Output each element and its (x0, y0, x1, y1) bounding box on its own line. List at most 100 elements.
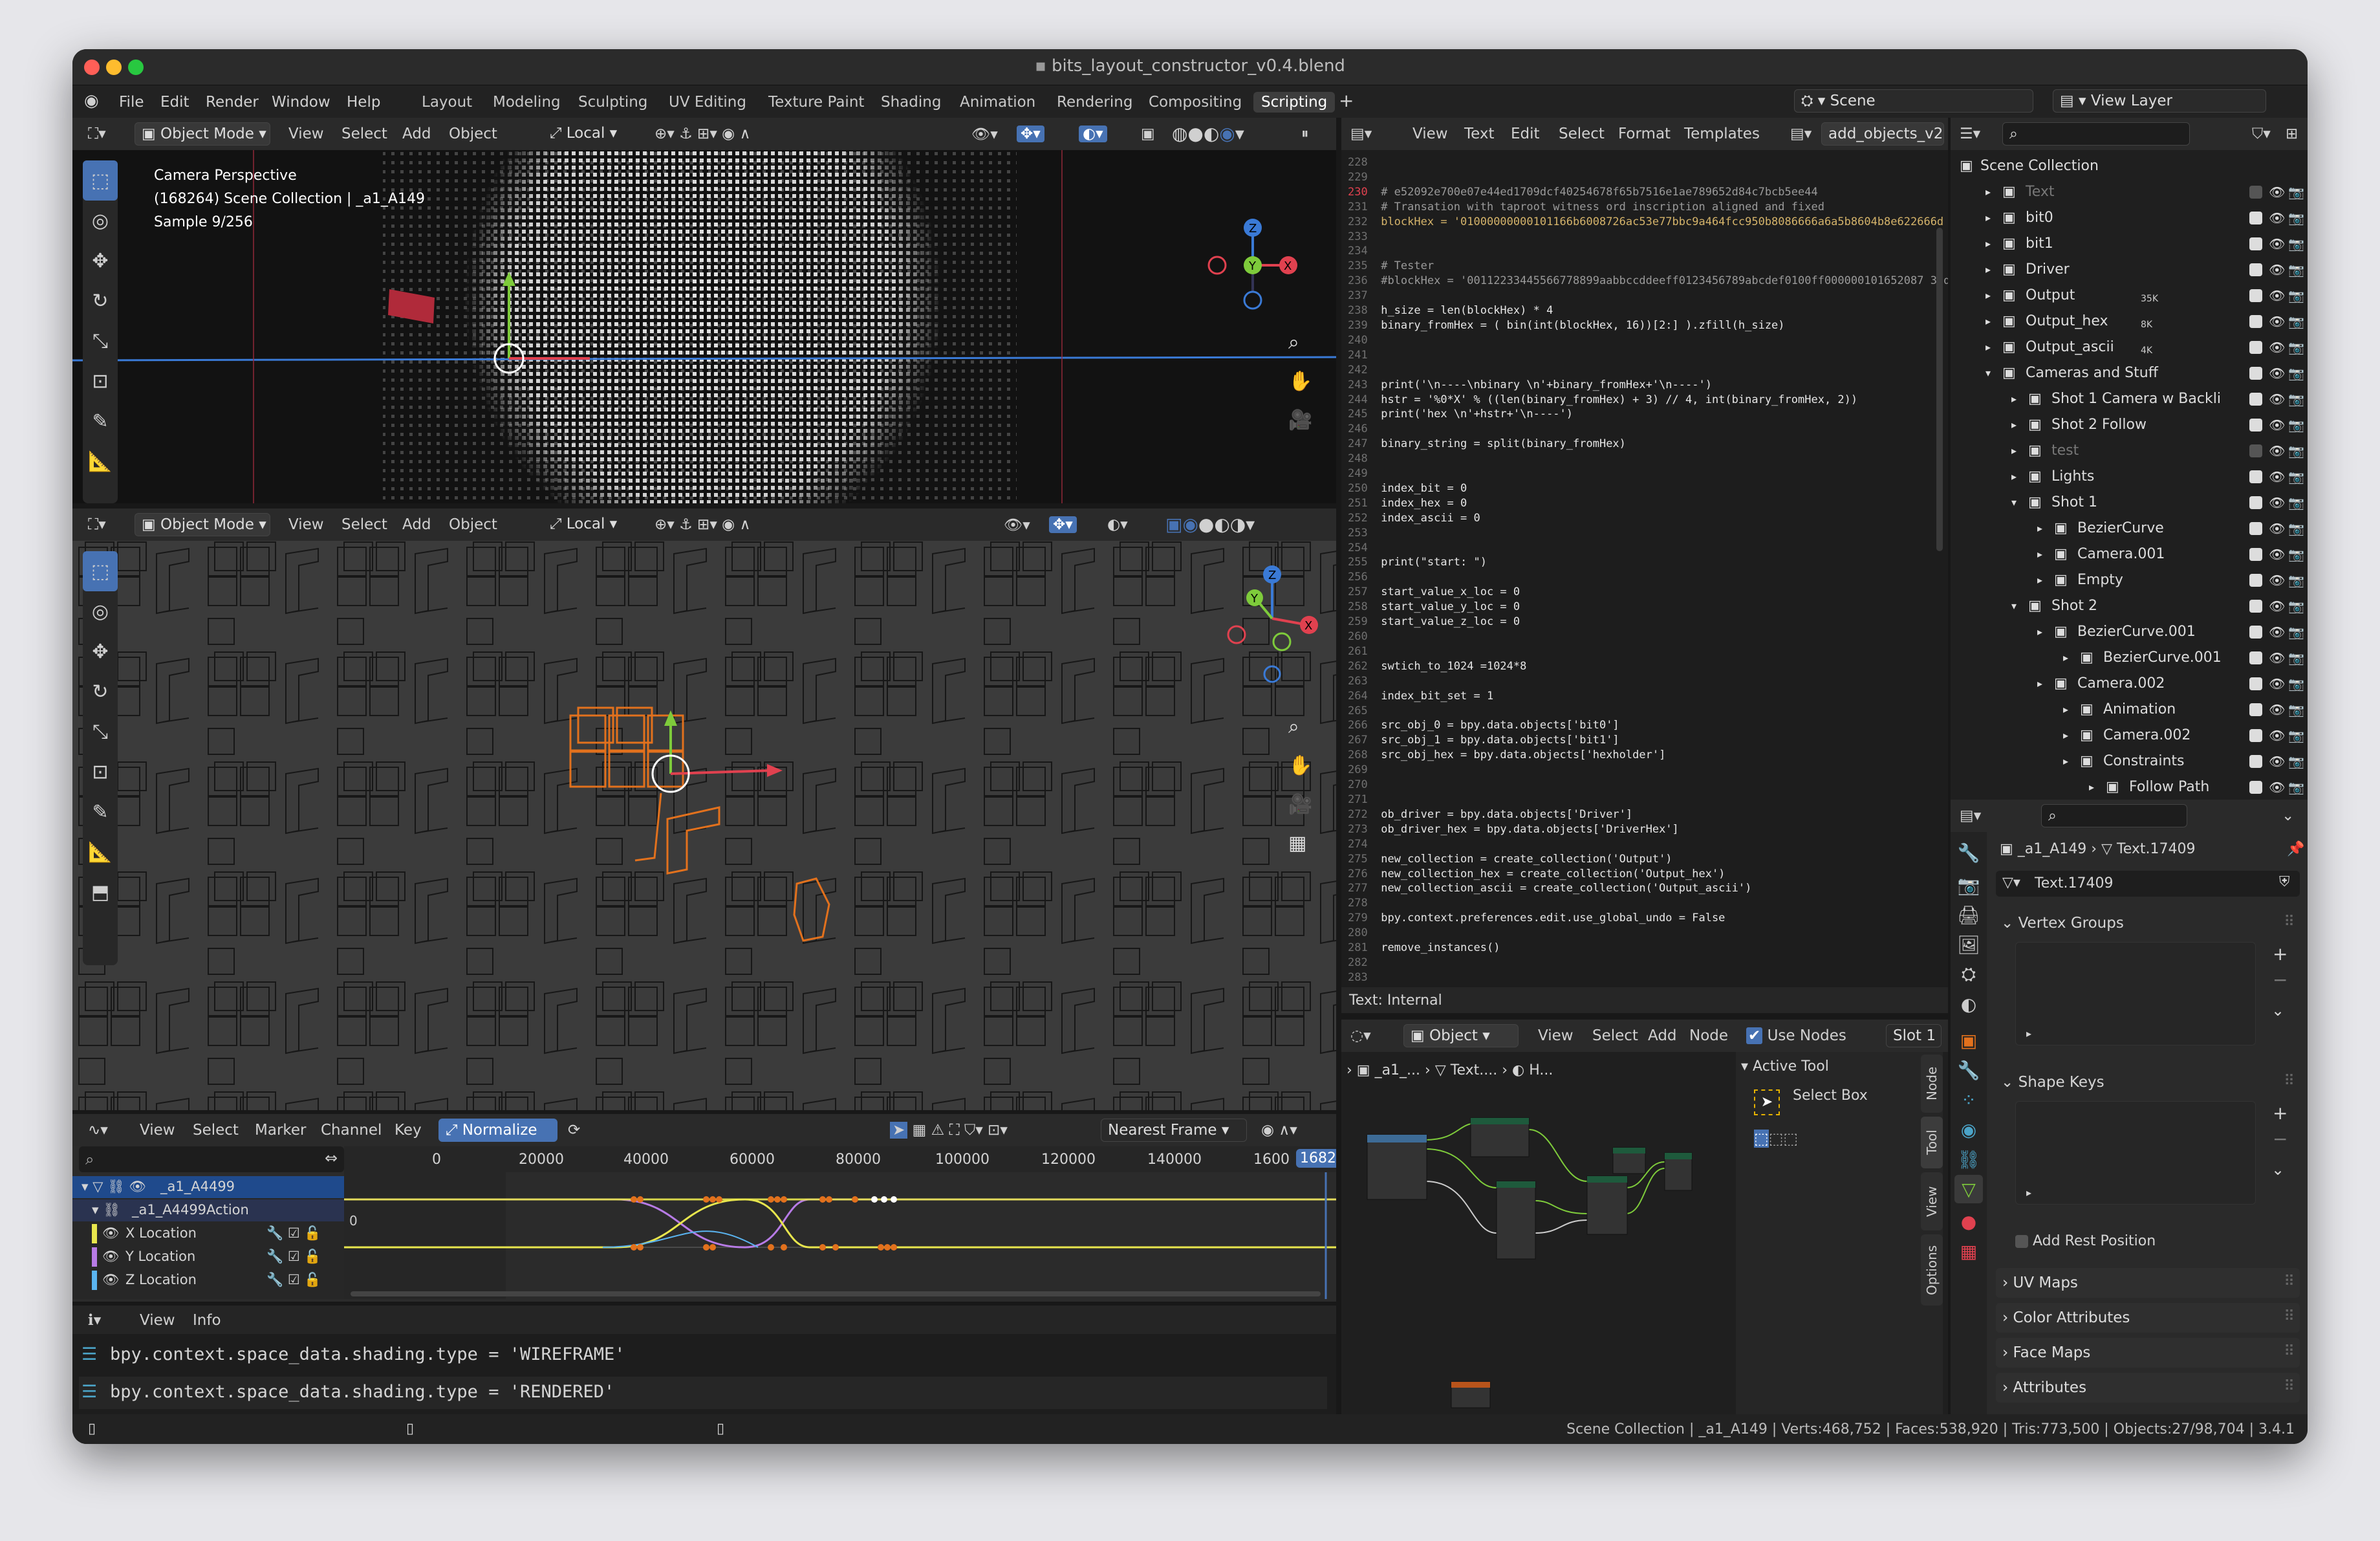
tab-tool[interactable]: Tool (1921, 1117, 1943, 1168)
remove-vertex-group-button[interactable]: − (2273, 969, 2288, 990)
code-line[interactable]: 273 ob_driver_hex = bpy.data.objects['Dr… (1348, 822, 1948, 837)
camera-icon[interactable]: 📷 (2288, 547, 2304, 562)
viewport-top-rendered[interactable]: Camera Perspective (168264) Scene Collec… (72, 150, 1336, 503)
text-editor[interactable]: 228 229 230 # e52092e700e07e44ed1709dcf4… (1341, 150, 1948, 1013)
code-line[interactable]: 234 (1348, 244, 1948, 259)
expand-arrow-icon[interactable]: ▸ (2063, 755, 2068, 767)
visibility-icon[interactable]: 👁▾ (1004, 516, 1030, 534)
exclude-checkbox[interactable] (2249, 574, 2262, 587)
eye-icon[interactable]: 👁 (2269, 780, 2285, 795)
current-frame-indicator[interactable]: 1682 (1296, 1149, 1336, 1168)
exclude-checkbox[interactable] (2249, 212, 2262, 224)
exclude-checkbox[interactable] (2249, 444, 2262, 457)
eye-icon[interactable]: 👁 (2269, 728, 2285, 743)
outliner-root[interactable]: ▣ Scene Collection (1951, 153, 2308, 179)
active-tool-panel-header[interactable]: ▾ Active Tool (1741, 1058, 1916, 1075)
collapse-arrow-icon[interactable]: ▾ (1985, 367, 1991, 379)
node-editor[interactable]: › ▣ _a1_... › ▽ Text.... › ◐ H... ▾ Acti… (1341, 1052, 1948, 1414)
add-vertex-group-button[interactable]: + (2273, 943, 2288, 965)
text-view-menu[interactable]: View (1412, 126, 1448, 142)
eye-icon[interactable]: 👁 (2269, 702, 2285, 717)
scale-tool-icon[interactable]: ⤡ (83, 712, 118, 752)
orientation-dropdown[interactable]: ⤢ Local ▾ (543, 513, 640, 536)
tab-uv-editing[interactable]: UV Editing (661, 92, 754, 113)
exclude-checkbox[interactable] (2249, 651, 2262, 664)
modifier-tab-icon[interactable]: 🔧 (1954, 1056, 1983, 1084)
channel-x-location[interactable]: 👁 X Location 🔧 ☑ 🔓 (72, 1223, 344, 1245)
channel-y-location[interactable]: 👁 Y Location 🔧 ☑ 🔓 (72, 1246, 344, 1268)
camera-icon[interactable]: 📷 (2288, 262, 2304, 278)
add-menu[interactable]: Add (402, 126, 431, 142)
eye-icon[interactable]: 👁 (2269, 288, 2285, 303)
add-workspace-icon[interactable]: + (1339, 90, 1354, 111)
zoom-icon[interactable]: ⌕ (1288, 323, 1312, 362)
camera-icon[interactable]: 📷 (2288, 495, 2304, 510)
exclude-checkbox[interactable] (2249, 367, 2262, 380)
eye-icon[interactable]: 👁 (2269, 754, 2285, 769)
code-line[interactable]: 244 hstr = '%0*X' % ((len(binary_fromHex… (1348, 393, 1948, 408)
tab-sculpting[interactable]: Sculpting (570, 92, 655, 113)
eye-icon[interactable]: 👁 (2269, 443, 2285, 459)
expand-arrow-icon[interactable]: ▸ (1985, 212, 1991, 224)
code-line[interactable]: 240 (1348, 333, 1948, 348)
properties-search[interactable]: ⌕ (2041, 804, 2187, 827)
eye-icon[interactable]: 👁 (2269, 417, 2285, 433)
camera-icon[interactable]: 📷 (2288, 521, 2304, 536)
expand-arrow-icon[interactable]: ▸ (2063, 729, 2068, 741)
pivot-icon[interactable]: ⊕▾ ⚓ ⊞▾ ◉ ∧ (654, 126, 750, 142)
expand-arrow-icon[interactable]: ▸ (2063, 703, 2068, 716)
eye-icon[interactable]: 👁 (2269, 495, 2285, 510)
new-collection-icon[interactable]: ⊞ (2286, 126, 2298, 142)
code-line[interactable]: 251 index_hex = 0 (1348, 496, 1948, 511)
select-menu[interactable]: Select (341, 126, 387, 142)
channel-search[interactable]: ⌕ ⇔ (79, 1146, 344, 1172)
tab-shading[interactable]: Shading (873, 92, 949, 113)
node-add-menu[interactable]: Add (1648, 1027, 1677, 1044)
exclude-checkbox[interactable] (2249, 393, 2262, 406)
camera-view-icon[interactable]: 🎥 (1288, 401, 1312, 440)
eye-icon[interactable]: 👁 (2269, 676, 2285, 692)
face-maps-panel-header[interactable]: › Face Maps ⠿ (1996, 1338, 2300, 1368)
object-tab-icon[interactable]: ▣ (1954, 1026, 1983, 1055)
outliner-item[interactable]: ▸ ▣ test 👁 📷 (1951, 437, 2308, 463)
overlay-toggle[interactable]: ◐▾ (1079, 126, 1107, 142)
code-line[interactable]: 270 (1348, 778, 1948, 792)
code-line[interactable]: 262 swtich_to_1024 =1024*8 (1348, 659, 1948, 674)
outliner-item[interactable]: ▾ ▣ Shot 2 👁 📷 (1951, 593, 2308, 618)
camera-icon[interactable]: 📷 (2288, 417, 2304, 433)
select-menu[interactable]: Select (341, 516, 387, 533)
exclude-checkbox[interactable] (2249, 755, 2262, 768)
eye-icon[interactable]: 👁 (2269, 314, 2285, 329)
auto-normalize-icon[interactable]: ⟳ (568, 1122, 580, 1139)
exclude-checkbox[interactable] (2249, 600, 2262, 613)
code-line[interactable]: 280 (1348, 926, 1948, 941)
expand-arrow-icon[interactable]: ▸ (2063, 651, 2068, 664)
snap-dropdown[interactable]: Nearest Frame ▾ (1101, 1119, 1247, 1142)
camera-icon[interactable]: 📷 (2288, 210, 2304, 226)
view-menu[interactable]: View (288, 516, 324, 533)
graph-editor-type-icon[interactable]: ∿▾ (88, 1122, 108, 1139)
pan-hand-icon[interactable]: ✋ (1288, 747, 1312, 785)
particles-tab-icon[interactable]: ⁘ (1954, 1086, 1983, 1114)
code-line[interactable]: 275 new_collection = create_collection('… (1348, 852, 1948, 867)
outliner-search[interactable]: ⌕ (2002, 122, 2190, 146)
exclude-checkbox[interactable] (2249, 522, 2262, 535)
eye-icon[interactable]: 👁 (2269, 624, 2285, 640)
attributes-panel-header[interactable]: › Attributes ⠿ (1996, 1373, 2300, 1403)
outliner-item[interactable]: ▸ ▣ Driver 👁 📷 (1951, 256, 2308, 282)
object-menu[interactable]: Object (449, 516, 497, 533)
proportional-edit-icon[interactable]: ◉ ∧▾ (1261, 1122, 1297, 1139)
data-tab-icon[interactable]: ▽ (1954, 1175, 1983, 1203)
camera-icon[interactable]: 📷 (2288, 340, 2304, 355)
text-editor-type-icon[interactable]: ▤▾ (1350, 126, 1372, 142)
channel-z-location[interactable]: 👁 Z Location 🔧 ☑ 🔓 (72, 1269, 344, 1291)
eye-icon[interactable]: 👁 (2269, 650, 2285, 666)
text-templates-menu[interactable]: Templates (1684, 126, 1760, 142)
view-layer-tab-icon[interactable]: 🖼 (1954, 930, 1983, 959)
eye-icon[interactable]: 👁 (2269, 598, 2285, 614)
camera-icon[interactable]: 📷 (2288, 754, 2304, 769)
rotate-tool-icon[interactable]: ↻ (83, 672, 118, 712)
code-line[interactable]: 237 (1348, 289, 1948, 303)
tab-options[interactable]: Options (1921, 1234, 1943, 1306)
eye-icon[interactable]: 👁 (2269, 262, 2285, 278)
